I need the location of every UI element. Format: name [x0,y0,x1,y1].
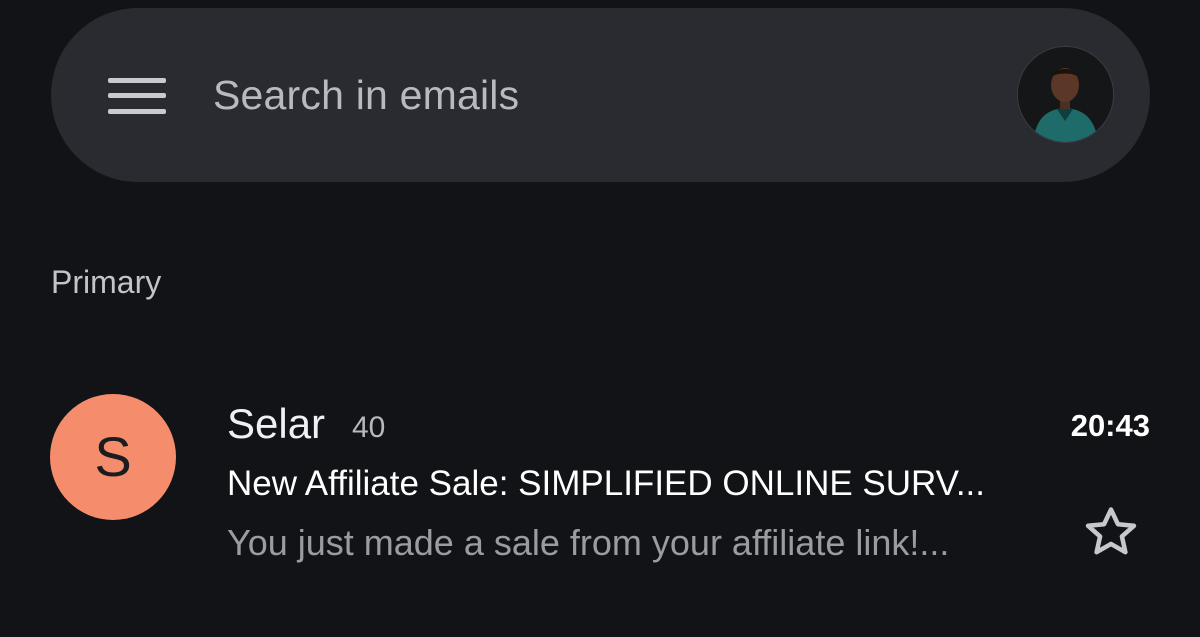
profile-photo-icon [1018,47,1113,142]
email-preview: You just made a sale from your affiliate… [227,522,950,563]
account-avatar[interactable] [1018,47,1113,142]
thread-count: 40 [352,411,386,444]
search-input[interactable]: Search in emails [213,70,519,120]
star-icon[interactable] [1079,501,1143,565]
email-subject: New Affiliate Sale: SIMPLIFIED ONLINE SU… [227,464,985,503]
sender-name: Selar [227,400,326,447]
star-outline-icon [1085,507,1137,555]
hamburger-menu-icon[interactable] [108,78,166,114]
email-time: 20:43 [1070,408,1150,443]
sender-avatar: S [50,394,176,520]
email-list-item[interactable]: S Selar 40 20:43 New Affiliate Sale: SIM… [0,380,1200,580]
primary-section-label: Primary [51,264,162,300]
